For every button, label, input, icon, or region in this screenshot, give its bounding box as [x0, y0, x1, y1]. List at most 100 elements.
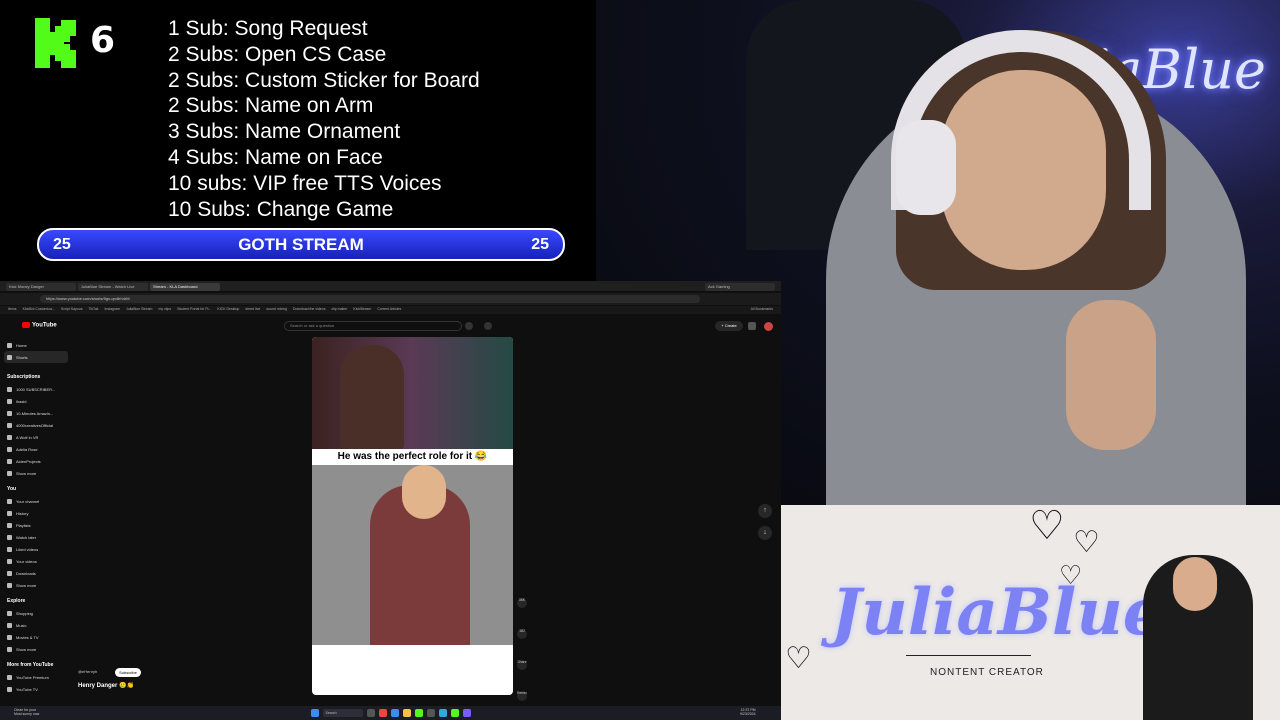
sidebar-item-downloads[interactable]: Downloads [4, 567, 68, 579]
bookmark[interactable]: JuliaBlue Stream [126, 307, 152, 313]
create-button[interactable]: + Create [715, 321, 743, 331]
sidebar-item-watch-later[interactable]: Watch later [4, 531, 68, 543]
taskbar-weather[interactable]: Clean for your Most sunny now [14, 708, 39, 716]
music-note-icon [7, 622, 12, 628]
address-bar[interactable]: https://www.youtube.com/shorts/9gx-qrx8r… [40, 295, 700, 303]
bookmark[interactable]: Download the videos [293, 307, 326, 313]
channel-avatar-icon [7, 422, 12, 428]
section-heading[interactable]: Subscriptions [4, 371, 68, 383]
bookmark[interactable]: Items [8, 307, 17, 313]
sidebar-item-label: 10-Minutes Amazin... [16, 410, 54, 416]
sub-goal-item: 4 Subs: Name on Face [168, 145, 383, 169]
short-title[interactable]: Henry Danger 🥲👏 [78, 682, 134, 689]
taskbar-app-icon[interactable] [390, 709, 399, 717]
sidebar-item-your-channel[interactable]: Your channel [4, 495, 68, 507]
sidebar-item-shopping[interactable]: Shopping [4, 607, 68, 619]
bookmark[interactable]: KICK Desktop [217, 307, 239, 313]
sidebar-item-label: Home [16, 342, 27, 348]
notifications-icon[interactable] [748, 322, 756, 330]
brand-tagline: NONTENT CREATOR [930, 667, 1044, 678]
browser-tab[interactable]: Stream - KLA Dashboard [150, 283, 220, 291]
bookmark[interactable]: clip maker [331, 307, 347, 313]
channel-handle[interactable]: @eHenryh [78, 669, 97, 674]
sidebar-item-label: Your channel [16, 498, 40, 504]
taskbar-app-icon[interactable] [414, 709, 423, 717]
bookmark[interactable]: KickStream [353, 307, 371, 313]
show-more-button[interactable]: Show more [4, 643, 68, 655]
sub-goal-item: 2 Subs: Custom Sticker for Board [168, 68, 480, 92]
search-input[interactable]: Search or ask a question [284, 321, 462, 331]
sidebar-item-movies[interactable]: Movies & TV [4, 631, 68, 643]
bookmark[interactable]: Student Portal for Ft... [177, 307, 211, 313]
avatar[interactable] [764, 322, 773, 331]
taskbar-app-icon[interactable] [366, 709, 375, 717]
bookmark[interactable]: sound mixing [266, 307, 287, 313]
show-more-button[interactable]: Show more [4, 579, 68, 591]
browser-tab[interactable]: Kick Money Danger [6, 283, 76, 291]
sidebar-item-tv[interactable]: YouTube TV [4, 683, 68, 695]
taskbar-app-icon[interactable] [462, 709, 471, 717]
show-more-button[interactable]: Show more [4, 467, 68, 479]
bookmark[interactable]: Instagram [104, 307, 120, 313]
taskbar-clock[interactable]: 12:37 PM 9/23/2024 [740, 708, 756, 716]
bookmark[interactable]: All Bookmarks [751, 307, 773, 313]
taskbar-app-icon[interactable] [402, 709, 411, 717]
subscription-item[interactable]: Adelia Rose [4, 443, 68, 455]
bookmark[interactable]: KickBot Customiza... [23, 307, 55, 313]
sidebar-item-music[interactable]: Music [4, 619, 68, 631]
shorts-player[interactable]: He was the perfect role for it 😂 [312, 337, 513, 695]
section-heading[interactable]: You [4, 483, 68, 495]
bookmark[interactable]: Script Sayous [61, 307, 83, 313]
sidebar-item-history[interactable]: History [4, 507, 68, 519]
bookmark[interactable]: Current Articles [377, 307, 401, 313]
taskbar-app-icon[interactable] [438, 709, 447, 717]
goal-target: 25 [531, 235, 549, 253]
sidebar-item-your-videos[interactable]: Your videos [4, 555, 68, 567]
youtube-play-icon [22, 322, 30, 328]
sidebar-item-playlists[interactable]: Playlists [4, 519, 68, 531]
sidebar-item-label: Watch later [16, 534, 37, 540]
subscription-item[interactable]: 4000creativesOfficial [4, 419, 68, 431]
taskbar-app-icon[interactable] [426, 709, 435, 717]
sidebar-item-premium[interactable]: YouTube Premium [4, 671, 68, 683]
sidebar-item-shorts[interactable]: Shorts [4, 351, 68, 363]
browser-tab[interactable]: Ack Gaming [705, 283, 775, 291]
bookmark[interactable]: TikTok [88, 307, 98, 313]
taskbar-app-icon[interactable] [378, 709, 387, 717]
heart-icon: ♡ [1073, 525, 1100, 560]
subscription-item[interactable]: 10-Minutes Amazin... [4, 407, 68, 419]
sidebar-item-liked[interactable]: Liked videos [4, 543, 68, 555]
sidebar-item-label: Show more [16, 470, 37, 476]
sidebar-item-label: A Wolf in VR [16, 434, 39, 440]
heart-icon: ♡ [1029, 505, 1065, 549]
remix-button[interactable]: Remix [517, 691, 527, 701]
previous-short-button[interactable]: ↑ [758, 504, 772, 518]
download-icon [7, 570, 12, 576]
like-button[interactable]: 36K [517, 598, 527, 608]
subscription-item[interactable]: 1000 SUBSCRIBER... [4, 383, 68, 395]
sub-goal-item: 10 subs: VIP free TTS Voices [168, 171, 442, 195]
share-button[interactable]: Share [517, 660, 527, 670]
mic-icon[interactable] [484, 322, 492, 330]
subscribe-button[interactable]: Subscribe [115, 668, 141, 677]
browser-tab[interactable]: JuliaBlue Stream - Watch Live [78, 283, 148, 291]
search-icon[interactable] [465, 322, 473, 330]
chevron-down-icon [7, 646, 12, 652]
taskbar-search[interactable]: Search [322, 709, 363, 717]
comment-button[interactable]: 182 [517, 629, 527, 639]
taskbar-app-icon[interactable] [450, 709, 459, 717]
start-icon[interactable] [310, 709, 319, 717]
youtube-logo[interactable]: YouTube [22, 322, 57, 329]
chevron-down-icon [7, 470, 12, 476]
windows-taskbar: Search [0, 706, 781, 720]
sidebar-item-label: Downloads [16, 570, 36, 576]
sidebar-item-label: Liked videos [16, 546, 39, 552]
bookmark[interactable]: my clips [158, 307, 171, 313]
subscription-item[interactable]: ihasld [4, 395, 68, 407]
subscription-item[interactable]: AidenProjects [4, 455, 68, 467]
bookmark[interactable]: shred live [245, 307, 260, 313]
sidebar-item-home[interactable]: Home [4, 339, 68, 351]
subscription-item[interactable]: A Wolf in VR [4, 431, 68, 443]
short-caption: He was the perfect role for it 😂 [312, 449, 513, 465]
next-short-button[interactable]: ↓ [758, 526, 772, 540]
